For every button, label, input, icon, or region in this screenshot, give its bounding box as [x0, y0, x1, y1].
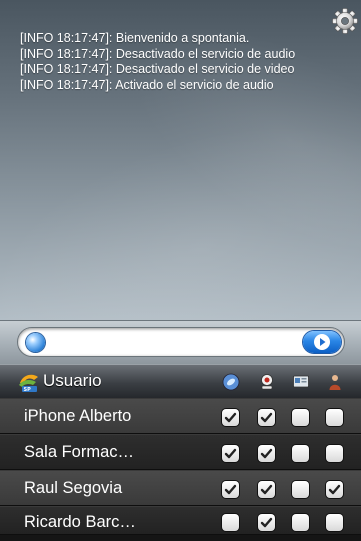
user-name: Ricardo Barc…	[24, 513, 136, 531]
video-checkbox[interactable]	[258, 445, 275, 462]
user-name: iPhone Alberto	[24, 407, 132, 425]
user-checkbox[interactable]	[326, 514, 343, 531]
user-name: Sala Formac…	[24, 443, 135, 461]
user-checkbox[interactable]	[326, 481, 343, 498]
chat-checkbox[interactable]	[222, 445, 239, 462]
user-row[interactable]: Sala Formac…	[0, 434, 361, 470]
bottom-edge	[0, 535, 361, 541]
user-checkbox[interactable]	[326, 409, 343, 426]
webcam-icon[interactable]	[258, 373, 276, 391]
chat-checkbox[interactable]	[222, 409, 239, 426]
checkmark-icon	[260, 448, 273, 459]
play-arrow-icon	[314, 334, 330, 350]
presentation-checkbox[interactable]	[292, 514, 309, 531]
chat-checkbox[interactable]	[222, 514, 239, 531]
checkmark-icon	[260, 412, 273, 423]
checkmark-icon	[224, 448, 237, 459]
log-line: [INFO 18:17:47]: Desactivado el servicio…	[20, 62, 295, 76]
message-log: [INFO 18:17:47]: Bienvenido a spontania.…	[0, 0, 361, 320]
svg-text:SP: SP	[24, 387, 32, 393]
message-input-bar	[0, 320, 361, 364]
presentation-checkbox[interactable]	[292, 409, 309, 426]
checkmark-icon	[260, 484, 273, 495]
user-row[interactable]: Ricardo Barc…	[0, 506, 361, 535]
video-checkbox[interactable]	[258, 514, 275, 531]
checkmark-icon	[224, 412, 237, 423]
user-row[interactable]: Raul Segovia	[0, 470, 361, 506]
checkmark-icon	[224, 484, 237, 495]
checkmark-icon	[328, 484, 341, 495]
presentation-checkbox[interactable]	[292, 445, 309, 462]
user-row[interactable]: iPhone Alberto	[0, 398, 361, 434]
spontania-orb-icon	[26, 333, 45, 352]
chat-icon[interactable]	[222, 373, 240, 391]
message-field[interactable]	[17, 327, 345, 357]
settings-gear-icon[interactable]	[332, 8, 358, 34]
chat-checkbox[interactable]	[222, 481, 239, 498]
send-button[interactable]	[303, 331, 341, 353]
person-icon[interactable]	[326, 373, 344, 391]
video-checkbox[interactable]	[258, 481, 275, 498]
log-lines: [INFO 18:17:47]: Bienvenido a spontania.…	[20, 31, 331, 93]
log-line: [INFO 18:17:47]: Activado el servicio de…	[20, 77, 274, 92]
users-title: Usuario	[43, 371, 102, 390]
spontania-logo-icon: SP	[19, 374, 38, 393]
message-input[interactable]	[52, 332, 296, 354]
log-line: [INFO 18:17:47]: Desactivado el servicio…	[20, 46, 296, 61]
user-checkbox[interactable]	[326, 445, 343, 462]
checkmark-icon	[260, 517, 273, 528]
users-header: SP Usuario	[0, 364, 361, 398]
presentation-icon[interactable]	[292, 373, 310, 391]
user-name: Raul Segovia	[24, 479, 123, 497]
video-checkbox[interactable]	[258, 409, 275, 426]
presentation-checkbox[interactable]	[292, 481, 309, 498]
log-line: [INFO 18:17:47]: Bienvenido a spontania.	[20, 31, 250, 45]
